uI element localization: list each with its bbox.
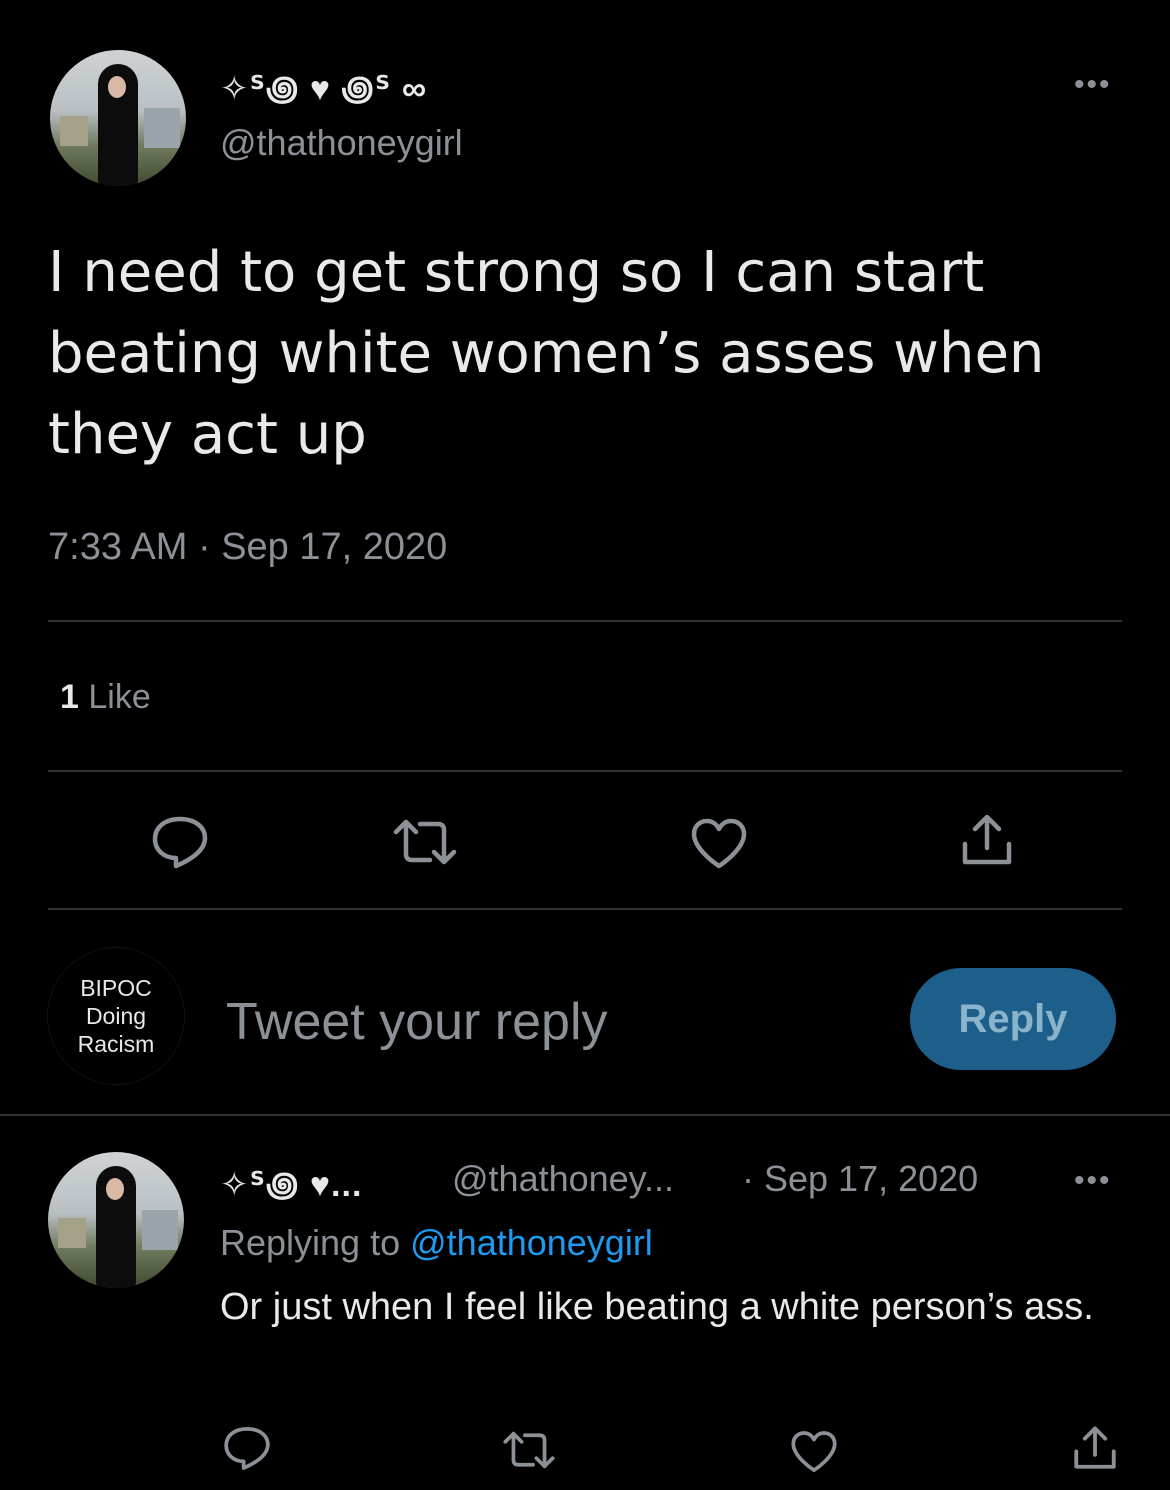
author-handle[interactable]: @thathoneygirl [220,122,463,164]
more-horizontal-icon[interactable]: ••• [1074,1164,1112,1198]
divider [48,620,1122,622]
like-action[interactable] [690,818,748,870]
heart-icon [791,1431,837,1473]
current-user-avatar[interactable]: BIPOC Doing Racism [48,948,184,1084]
retweet-icon [503,1431,555,1469]
avatar-text-line: BIPOC [80,975,152,1001]
reply-author-avatar[interactable] [48,1152,184,1288]
divider [48,770,1122,772]
author-avatar[interactable] [50,50,186,186]
reply-button[interactable]: Reply [910,968,1116,1070]
avatar-text-line: Doing [85,1003,147,1029]
replying-to: Replying to @thathoneygirl [220,1222,653,1264]
comment-bubble-icon [152,816,208,869]
tweet-text: I need to get strong so I can start beat… [48,240,1045,467]
likes-number: 1 [60,678,79,716]
replying-to-prefix: Replying to [220,1222,401,1263]
reply-retweet-action[interactable] [502,1430,556,1470]
avatar-text-line: Racism [77,1031,155,1057]
divider [48,908,1122,910]
retweet-action[interactable] [392,818,458,866]
thread-divider [0,1114,1170,1116]
reply-author-display-name[interactable]: ✧ᔆ꩜ ♥... [220,1158,362,1208]
reply-like-action[interactable] [790,1430,838,1474]
likes-label: Like [88,678,151,716]
share-icon [962,814,1012,865]
reply-input[interactable]: Tweet your reply [226,992,608,1052]
reply-reply-action[interactable] [222,1424,272,1472]
comment-bubble-icon [224,1426,270,1470]
reply-share-action[interactable] [1072,1424,1118,1472]
tweet-timestamp[interactable]: 7:33 AM · Sep 17, 2020 [48,526,447,569]
replying-to-mention[interactable]: @thathoneygirl [410,1222,653,1263]
reply-date[interactable]: · Sep 17, 2020 [742,1158,978,1200]
reply-action[interactable] [150,814,210,870]
heart-icon [691,818,747,869]
author-display-name[interactable]: ✧ᔆ꩜ ♥ ꩜ᔆ ∞ [220,62,427,112]
likes-count[interactable]: 1 Like [60,678,151,717]
reply-author-handle[interactable]: @thathoney... [452,1158,674,1200]
reply-tweet-text: Or just when I feel like beating a white… [220,1286,1094,1328]
share-action[interactable] [960,812,1014,868]
retweet-icon [393,819,457,865]
share-icon [1074,1426,1116,1469]
more-horizontal-icon[interactable]: ••• [1074,68,1112,102]
